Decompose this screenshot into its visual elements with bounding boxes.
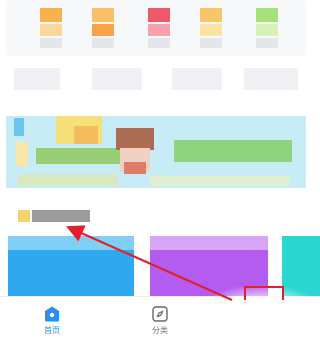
annotation-arrow [65,225,233,302]
